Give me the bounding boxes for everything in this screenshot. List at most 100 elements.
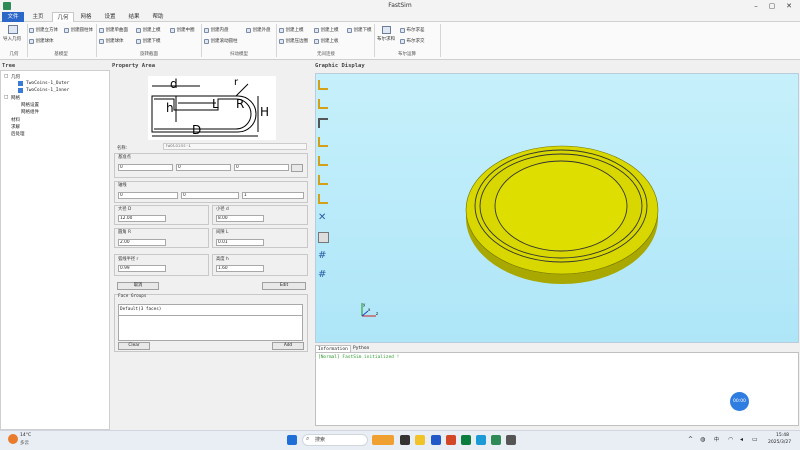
minimize-icon[interactable]: – (750, 1, 762, 11)
clock-date[interactable]: 2025/3/27 (768, 440, 791, 445)
view-icon[interactable] (318, 156, 328, 166)
tree-item-outer[interactable]: TwoCoins-1_Outer (26, 81, 69, 86)
app-taskbar-icon[interactable] (506, 435, 516, 445)
network-icon[interactable]: ◍ (700, 436, 705, 443)
word-icon[interactable] (431, 435, 441, 445)
create-single-surface-button[interactable]: 创建单曲面 (99, 27, 128, 33)
boolean-intersect-button[interactable]: 布尔求交 (400, 38, 425, 44)
taskbar-search[interactable] (302, 434, 368, 446)
create-top-mold-button[interactable]: 创建上模 (279, 27, 304, 33)
view-icon[interactable] (318, 80, 328, 90)
view-icon[interactable] (318, 118, 328, 128)
arc-radius-input[interactable]: 0.99 (118, 265, 166, 272)
image-icon[interactable] (318, 232, 329, 243)
volume-icon[interactable]: ◂ (740, 436, 743, 443)
name-field[interactable]: TwoCoins-1 (163, 143, 307, 150)
tab-file[interactable]: 文件 (2, 12, 24, 22)
fillet-input[interactable]: 2.00 (118, 239, 166, 246)
axis-z-input[interactable]: 1 (242, 192, 304, 199)
axis-label-z: z (376, 311, 378, 316)
tab-geometry[interactable]: 几何 (52, 12, 74, 22)
tree-item-mesh[interactable]: 网格 (11, 95, 20, 101)
import-geometry-icon[interactable] (8, 25, 18, 34)
add-button[interactable]: Add (272, 342, 304, 350)
group-label-boolean: 布尔运算 (398, 52, 416, 57)
maximize-icon[interactable]: ▢ (766, 1, 778, 11)
close-icon[interactable]: ✕ (783, 1, 795, 11)
boolean-sum-button[interactable]: 布尔求和 (377, 36, 395, 42)
wifi-icon[interactable]: ◠ (728, 436, 733, 443)
base-x-input[interactable]: 0 (118, 164, 173, 171)
view-icon[interactable] (318, 137, 328, 147)
grid-icon[interactable]: # (318, 251, 326, 261)
clear-button[interactable]: Clear (118, 342, 150, 350)
cylinder-icon (204, 38, 209, 44)
task-view-icon[interactable] (400, 435, 410, 445)
base-z-input[interactable]: 0 (234, 164, 289, 171)
height-input[interactable]: 1.60 (216, 265, 264, 272)
fastsim-taskbar-icon[interactable] (491, 435, 501, 445)
coin-model[interactable] (464, 140, 660, 286)
view-icon[interactable] (318, 194, 328, 204)
big-d-input[interactable]: 12.00 (118, 215, 166, 222)
cancel-button[interactable]: 取消 (117, 282, 159, 290)
language-indicator[interactable]: 中 (714, 436, 719, 443)
create-blank-holder-button[interactable]: 创建压边圈 (279, 38, 308, 44)
create-cylinder-button[interactable]: 创建圆柱体 (64, 27, 93, 33)
create-bottom-die-button[interactable]: 创建下模 (347, 27, 372, 33)
tree-item-mesh-components[interactable]: 网格组件 (21, 109, 39, 115)
create-inner-plate-button[interactable]: 创建内盘 (204, 27, 229, 33)
mesh-icon[interactable]: # (318, 270, 326, 280)
tab-results[interactable]: 结果 (124, 12, 144, 22)
powerpoint-icon[interactable] (446, 435, 456, 445)
tree-item-postprocess[interactable]: 后处理 (11, 131, 25, 137)
edit-button[interactable]: Edit (262, 282, 306, 290)
boolean-difference-button[interactable]: 布尔求差 (400, 27, 425, 33)
create-top-die-button[interactable]: 创建上模 (314, 27, 339, 33)
tree-item-material[interactable]: 材料 (11, 117, 20, 123)
create-outer-plate-button[interactable]: 创建外盘 (246, 27, 271, 33)
file-explorer-icon[interactable] (415, 435, 425, 445)
create-sphere-button-2[interactable]: 创建球体 (99, 38, 124, 44)
battery-icon[interactable]: ▭ (752, 436, 758, 443)
tree-item-geometry[interactable]: 几何 (11, 74, 20, 80)
tab-settings[interactable]: 设置 (100, 12, 120, 22)
recording-timer-button[interactable]: 00:00 (730, 392, 749, 411)
tree-expander[interactable]: □ (4, 74, 8, 79)
face-groups-item[interactable]: Default(3 faces) (118, 304, 303, 316)
gap-input[interactable]: 0.01 (216, 239, 264, 246)
tree-expander[interactable]: □ (4, 95, 8, 100)
tree-item-solve[interactable]: 求解 (11, 124, 20, 130)
tab-mesh[interactable]: 网格 (76, 12, 96, 22)
pick-point-button[interactable] (291, 164, 303, 172)
view-icon[interactable] (318, 99, 328, 109)
clock-time[interactable]: 15:48 (776, 433, 789, 438)
start-icon[interactable] (287, 435, 297, 445)
axis-x-input[interactable]: 0 (118, 192, 178, 199)
boolean-sum-icon[interactable] (382, 26, 391, 34)
name-label: 名称: (117, 146, 128, 151)
create-lower-mold-button[interactable]: 创建下模 (136, 38, 161, 44)
axis-y-input[interactable]: 0 (181, 192, 239, 199)
weather-icon[interactable] (8, 434, 18, 444)
create-sphere-button[interactable]: 创建球体 (29, 38, 54, 44)
tab-help[interactable]: 帮助 (148, 12, 168, 22)
tab-home[interactable]: 主页 (28, 12, 48, 22)
create-top-plate-button[interactable]: 创建上板 (314, 38, 339, 44)
base-y-input[interactable]: 0 (176, 164, 231, 171)
excel-icon[interactable] (461, 435, 471, 445)
create-roll-cylinder-button[interactable]: 创建滚动圆柱 (204, 38, 238, 44)
import-geometry-button[interactable]: 导入几何 (3, 36, 21, 42)
view-icon[interactable] (318, 175, 328, 185)
face-groups-list[interactable] (118, 316, 303, 341)
copilot-icon[interactable] (372, 435, 394, 445)
create-cube-button[interactable]: 创建立方体 (29, 27, 58, 33)
create-mid-circle-button[interactable]: 创建中圈 (170, 27, 195, 33)
edge-icon[interactable] (476, 435, 486, 445)
create-upper-mold-button[interactable]: 创建上模 (136, 27, 161, 33)
tree-item-mesh-settings[interactable]: 网格设置 (21, 102, 39, 108)
tray-chevron-icon[interactable]: ^ (688, 436, 693, 443)
small-d-input[interactable]: 8.00 (216, 215, 264, 222)
tree-item-inner[interactable]: TwoCoins-1_Inner (26, 88, 69, 93)
fit-all-icon[interactable]: ✕ (318, 213, 326, 223)
